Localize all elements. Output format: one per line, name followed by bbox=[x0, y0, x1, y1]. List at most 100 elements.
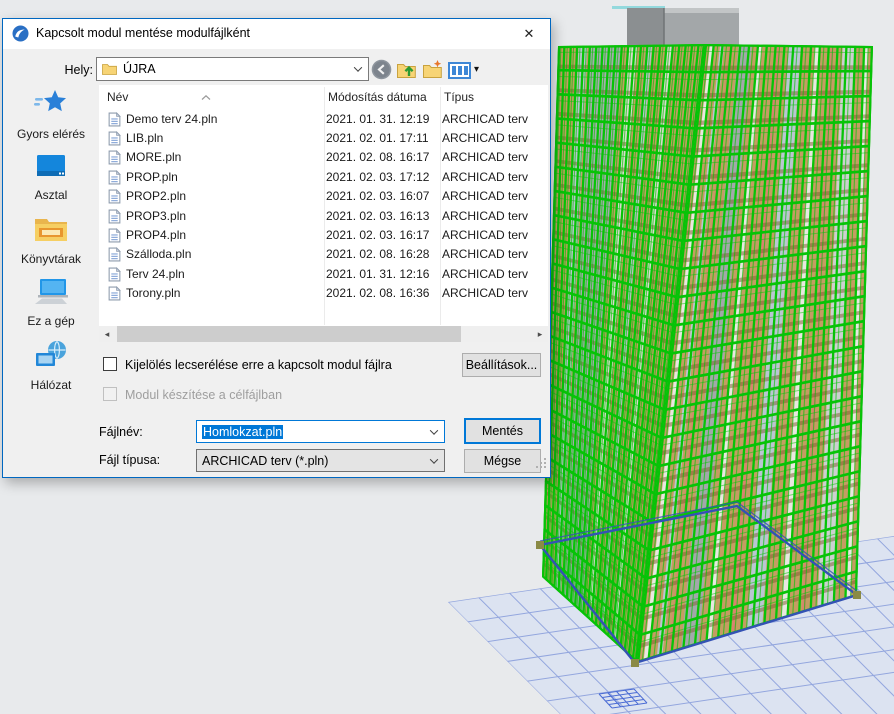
cancel-button[interactable]: Mégse bbox=[464, 449, 541, 473]
screen: Kapcsolt modul mentése modulfájlként ✕ H… bbox=[0, 0, 894, 714]
settings-button[interactable]: Beállítások... bbox=[462, 353, 541, 377]
filename-input[interactable]: Homlokzat.pln bbox=[196, 420, 445, 443]
sidebar-item-libraries[interactable]: Könyvtárak bbox=[21, 214, 81, 266]
horizontal-scrollbar[interactable]: ◂ ▸ bbox=[99, 326, 548, 342]
location-label: Hely: bbox=[64, 63, 93, 77]
pln-file-icon bbox=[108, 169, 122, 185]
chevron-down-icon[interactable] bbox=[424, 421, 444, 442]
file-list: Név Módosítás dátuma Típus Demo terv 24.… bbox=[99, 85, 548, 342]
sidebar-item-network[interactable]: Hálózat bbox=[30, 340, 72, 392]
close-icon[interactable]: ✕ bbox=[508, 19, 550, 48]
file-row[interactable]: PROP3.pln 2021. 02. 03. 16:13 ARCHICAD ter… bbox=[99, 206, 548, 225]
network-icon bbox=[33, 340, 69, 375]
file-date: 2021. 02. 08. 16:28 bbox=[326, 247, 430, 262]
file-date: 2021. 02. 03. 16:17 bbox=[326, 228, 430, 243]
scroll-right-icon[interactable]: ▸ bbox=[532, 326, 548, 342]
file-date: 2021. 02. 08. 16:17 bbox=[326, 150, 430, 165]
this-pc-icon bbox=[33, 278, 69, 311]
new-folder-button[interactable] bbox=[422, 58, 446, 80]
file-name: Torony.pln bbox=[126, 286, 181, 301]
file-row[interactable]: LIB.pln 2021. 02. 01. 17:11 ARCHICAD terv bbox=[99, 128, 548, 147]
sidebar-item-label: Gyors elérés bbox=[16, 127, 86, 141]
desktop-icon bbox=[34, 153, 68, 185]
sidebar-item-label: Hálózat bbox=[30, 378, 72, 392]
up-one-level-button[interactable] bbox=[396, 58, 420, 80]
file-row[interactable]: Demo terv 24.pln 2021. 01. 31. 12:19 ARCHI… bbox=[99, 109, 548, 128]
filetype-label: Fájl típusa: bbox=[99, 453, 161, 467]
chevron-down-icon bbox=[348, 58, 368, 80]
file-row[interactable]: PROP2.pln 2021. 02. 03. 16:07 ARCHICAD ter… bbox=[99, 187, 548, 206]
file-date: 2021. 02. 03. 16:07 bbox=[326, 189, 430, 204]
make-module-label: Modul készítése a célfájlban bbox=[125, 388, 283, 402]
sidebar-item-quick-access[interactable]: Gyors elérés bbox=[17, 89, 85, 141]
folder-icon bbox=[102, 63, 117, 75]
replace-selection-label[interactable]: Kijelölés lecserélése erre a kapcsolt mo… bbox=[125, 357, 392, 373]
sidebar-item-desktop[interactable]: Asztal bbox=[34, 153, 68, 202]
pln-file-icon bbox=[108, 228, 122, 243]
file-name: Demo terv 24.pln bbox=[126, 111, 218, 126]
pln-file-icon bbox=[108, 266, 122, 282]
file-date: 2021. 02. 01. 17:11 bbox=[326, 131, 429, 146]
resize-grip-icon[interactable] bbox=[535, 456, 547, 474]
file-type: ARCHICAD terv bbox=[442, 228, 529, 243]
column-header-date[interactable]: Módosítás dátuma bbox=[328, 90, 427, 104]
sidebar-item-label: Asztal bbox=[34, 188, 68, 202]
save-module-dialog: Kapcsolt modul mentése modulfájlként ✕ H… bbox=[2, 18, 551, 478]
file-date: 2021. 01. 31. 12:16 bbox=[326, 266, 430, 281]
pln-file-icon bbox=[108, 247, 122, 262]
dialog-titlebar[interactable]: Kapcsolt modul mentése modulfájlként ✕ bbox=[3, 19, 550, 49]
sidebar-item-label: Ez a gép bbox=[27, 314, 75, 328]
location-value: ÚJRA bbox=[123, 62, 156, 76]
filename-label: Fájlnév: bbox=[99, 425, 143, 439]
make-module-checkbox bbox=[103, 387, 117, 401]
quick-access-icon bbox=[34, 89, 68, 124]
caret-down-icon[interactable]: ▾ bbox=[474, 64, 479, 75]
libraries-icon bbox=[33, 214, 69, 249]
replace-selection-checkbox[interactable] bbox=[103, 357, 117, 371]
chevron-down-icon[interactable] bbox=[424, 450, 444, 471]
file-date: 2021. 02. 03. 16:13 bbox=[326, 208, 430, 223]
file-row[interactable]: Terv 24.pln 2021. 01. 31. 12:16 ARCHICAD t… bbox=[99, 264, 548, 283]
pln-file-icon bbox=[108, 189, 122, 204]
file-type: ARCHICAD terv bbox=[442, 169, 529, 184]
sidebar-item-this-pc[interactable]: Ez a gép bbox=[27, 278, 75, 328]
file-type: ARCHICAD terv bbox=[442, 208, 529, 223]
archicad-logo-icon bbox=[12, 25, 29, 47]
file-date: 2021. 02. 08. 16:36 bbox=[326, 286, 430, 301]
column-header-type[interactable]: Típus bbox=[444, 90, 474, 104]
location-combobox[interactable]: ÚJRA bbox=[96, 57, 369, 81]
filetype-combobox[interactable]: ARCHICAD terv (*.pln) bbox=[196, 449, 445, 472]
column-header-name[interactable]: Név bbox=[107, 90, 128, 104]
file-name: Szálloda.pln bbox=[126, 247, 192, 262]
file-row[interactable]: Torony.pln 2021. 02. 08. 16:36 ARCHICAD te… bbox=[99, 284, 548, 303]
file-row[interactable]: MORE.pln 2021. 02. 08. 16:17 ARCHICAD terv bbox=[99, 148, 548, 167]
file-row[interactable]: PROP4.pln 2021. 02. 03. 16:17 ARCHICAD ter… bbox=[99, 225, 548, 244]
pln-file-icon bbox=[108, 150, 122, 165]
file-date: 2021. 01. 31. 12:19 bbox=[326, 111, 430, 126]
file-row[interactable]: Szálloda.pln 2021. 02. 08. 16:28 ARCHICAD … bbox=[99, 245, 548, 264]
file-name: LIB.pln bbox=[126, 131, 164, 146]
file-name: PROP4.pln bbox=[126, 228, 187, 243]
file-name: PROP.pln bbox=[126, 169, 178, 184]
file-type: ARCHICAD terv bbox=[442, 150, 529, 165]
back-button[interactable] bbox=[371, 58, 395, 80]
file-name: PROP3.pln bbox=[126, 208, 187, 223]
file-type: ARCHICAD terv bbox=[442, 189, 529, 204]
file-type: ARCHICAD terv bbox=[442, 111, 529, 126]
sidebar-item-label: Könyvtárak bbox=[20, 252, 82, 266]
filetype-value: ARCHICAD terv (*.pln) bbox=[202, 453, 329, 468]
file-type: ARCHICAD terv bbox=[442, 247, 529, 262]
filename-value: Homlokzat.pln bbox=[202, 424, 284, 439]
view-menu-button[interactable] bbox=[448, 60, 472, 82]
file-row[interactable]: PROP.pln 2021. 02. 03. 17:12 ARCHICAD terv bbox=[99, 167, 548, 186]
sort-asc-icon bbox=[201, 87, 211, 105]
file-type: ARCHICAD terv bbox=[442, 286, 529, 301]
file-name: Terv 24.pln bbox=[126, 266, 185, 281]
pln-file-icon bbox=[108, 111, 122, 127]
save-button[interactable]: Mentés bbox=[464, 418, 541, 444]
scrollbar-thumb[interactable] bbox=[117, 326, 461, 342]
file-name: PROP2.pln bbox=[126, 189, 187, 204]
scrollbar-track[interactable] bbox=[115, 326, 532, 342]
scroll-left-icon[interactable]: ◂ bbox=[99, 326, 115, 342]
file-type: ARCHICAD terv bbox=[442, 131, 529, 146]
